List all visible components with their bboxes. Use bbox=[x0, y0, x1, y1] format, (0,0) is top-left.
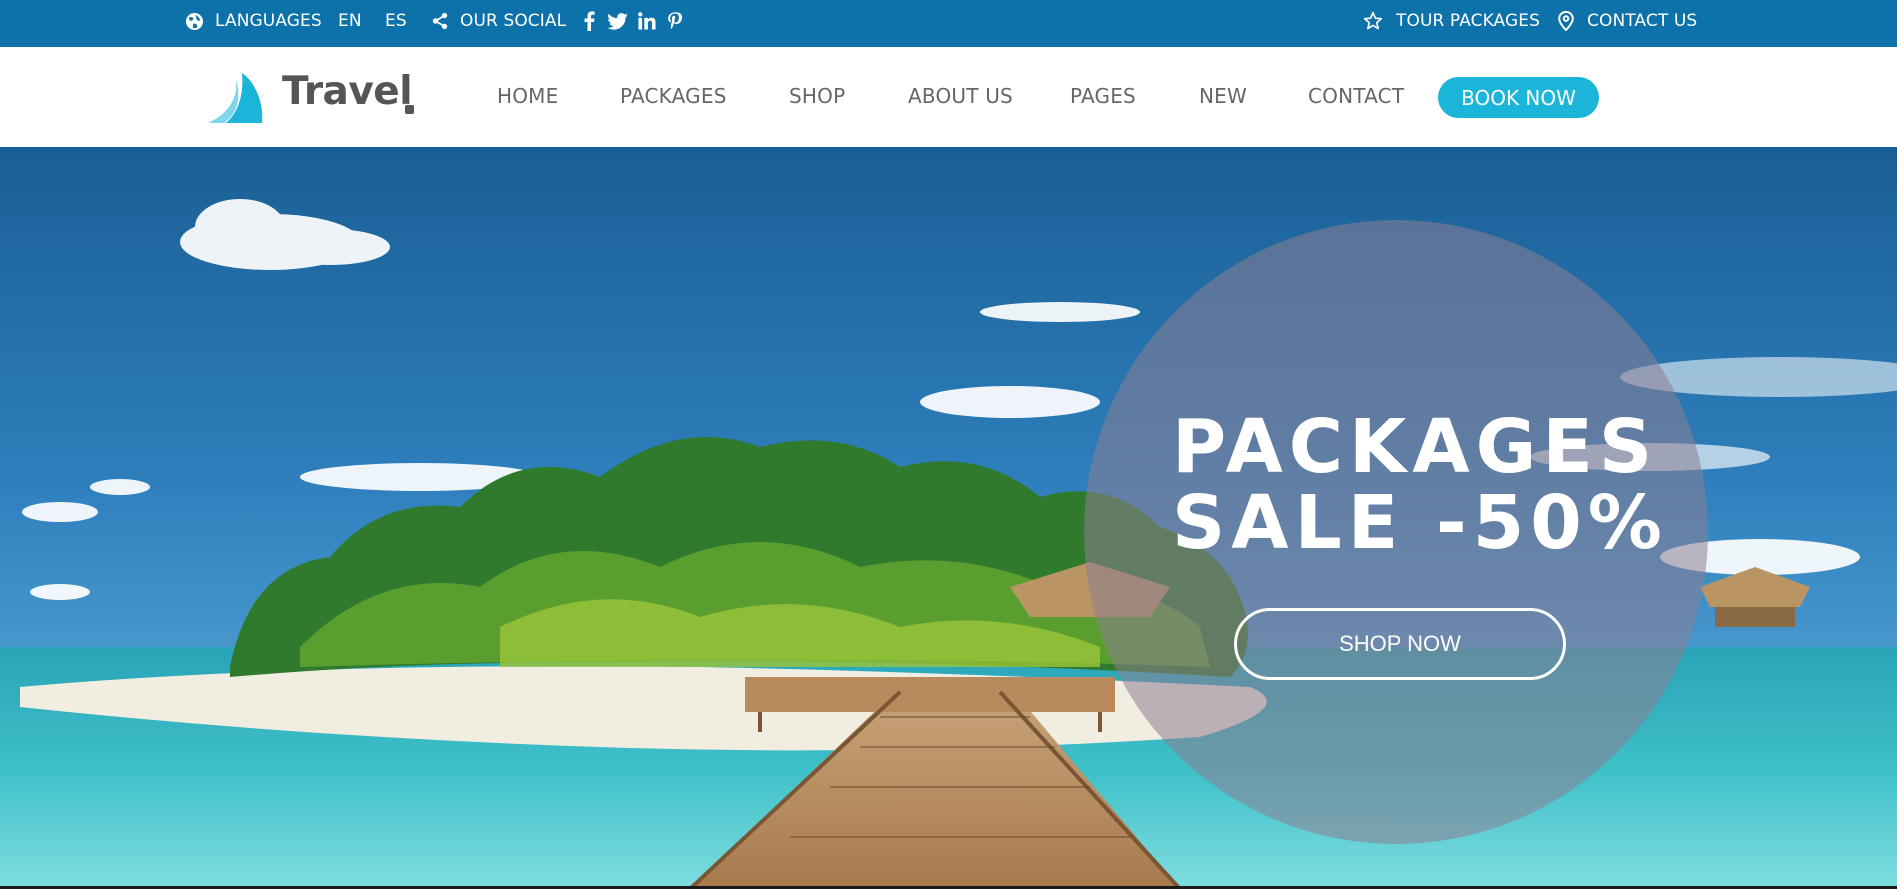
facebook-icon[interactable] bbox=[578, 10, 600, 32]
languages-label: LANGUAGES bbox=[215, 11, 322, 31]
shop-now-button[interactable]: SHOP NOW bbox=[1234, 608, 1566, 680]
linkedin-icon[interactable] bbox=[636, 10, 658, 32]
nav-contact[interactable]: CONTACT bbox=[1308, 84, 1404, 108]
promo-headline: PACKAGES SALE -50% bbox=[1172, 409, 1668, 561]
nav-packages[interactable]: PACKAGES bbox=[620, 84, 727, 108]
pinterest-icon[interactable] bbox=[664, 10, 686, 32]
promo-headline-line-1: PACKAGES bbox=[1172, 404, 1659, 490]
language-en-link[interactable]: EN bbox=[338, 0, 362, 42]
tour-packages-link[interactable]: TOUR PACKAGES bbox=[1396, 0, 1540, 42]
logo-dot bbox=[405, 105, 414, 114]
share-icon bbox=[429, 10, 451, 32]
star-icon bbox=[1362, 10, 1384, 32]
promo-headline-line-2: SALE -50% bbox=[1172, 480, 1668, 566]
book-now-button[interactable]: BOOK NOW bbox=[1438, 77, 1599, 118]
logo-text[interactable]: Travel bbox=[282, 69, 413, 114]
twitter-icon[interactable] bbox=[606, 10, 628, 32]
nav-pages[interactable]: PAGES bbox=[1070, 84, 1136, 108]
nav-new[interactable]: NEW bbox=[1199, 84, 1247, 108]
nav-home[interactable]: HOME bbox=[497, 84, 558, 108]
contact-us-link[interactable]: CONTACT US bbox=[1587, 0, 1697, 42]
nav-about-us[interactable]: ABOUT US bbox=[908, 84, 1013, 108]
nav-shop[interactable]: SHOP bbox=[789, 84, 845, 108]
hero-banner: PACKAGES SALE -50% SHOP NOW bbox=[0, 147, 1897, 889]
map-pin-icon bbox=[1555, 10, 1577, 32]
globe-icon bbox=[183, 10, 205, 32]
top-bar: LANGUAGES EN ES OUR SOCIAL TOUR PACKAGES… bbox=[0, 0, 1897, 47]
social-label: OUR SOCIAL bbox=[460, 11, 567, 31]
logo-sail-icon[interactable] bbox=[204, 71, 266, 125]
main-navbar: Travel HOME PACKAGES SHOP ABOUT US PAGES… bbox=[0, 47, 1897, 147]
language-es-link[interactable]: ES bbox=[385, 0, 407, 42]
